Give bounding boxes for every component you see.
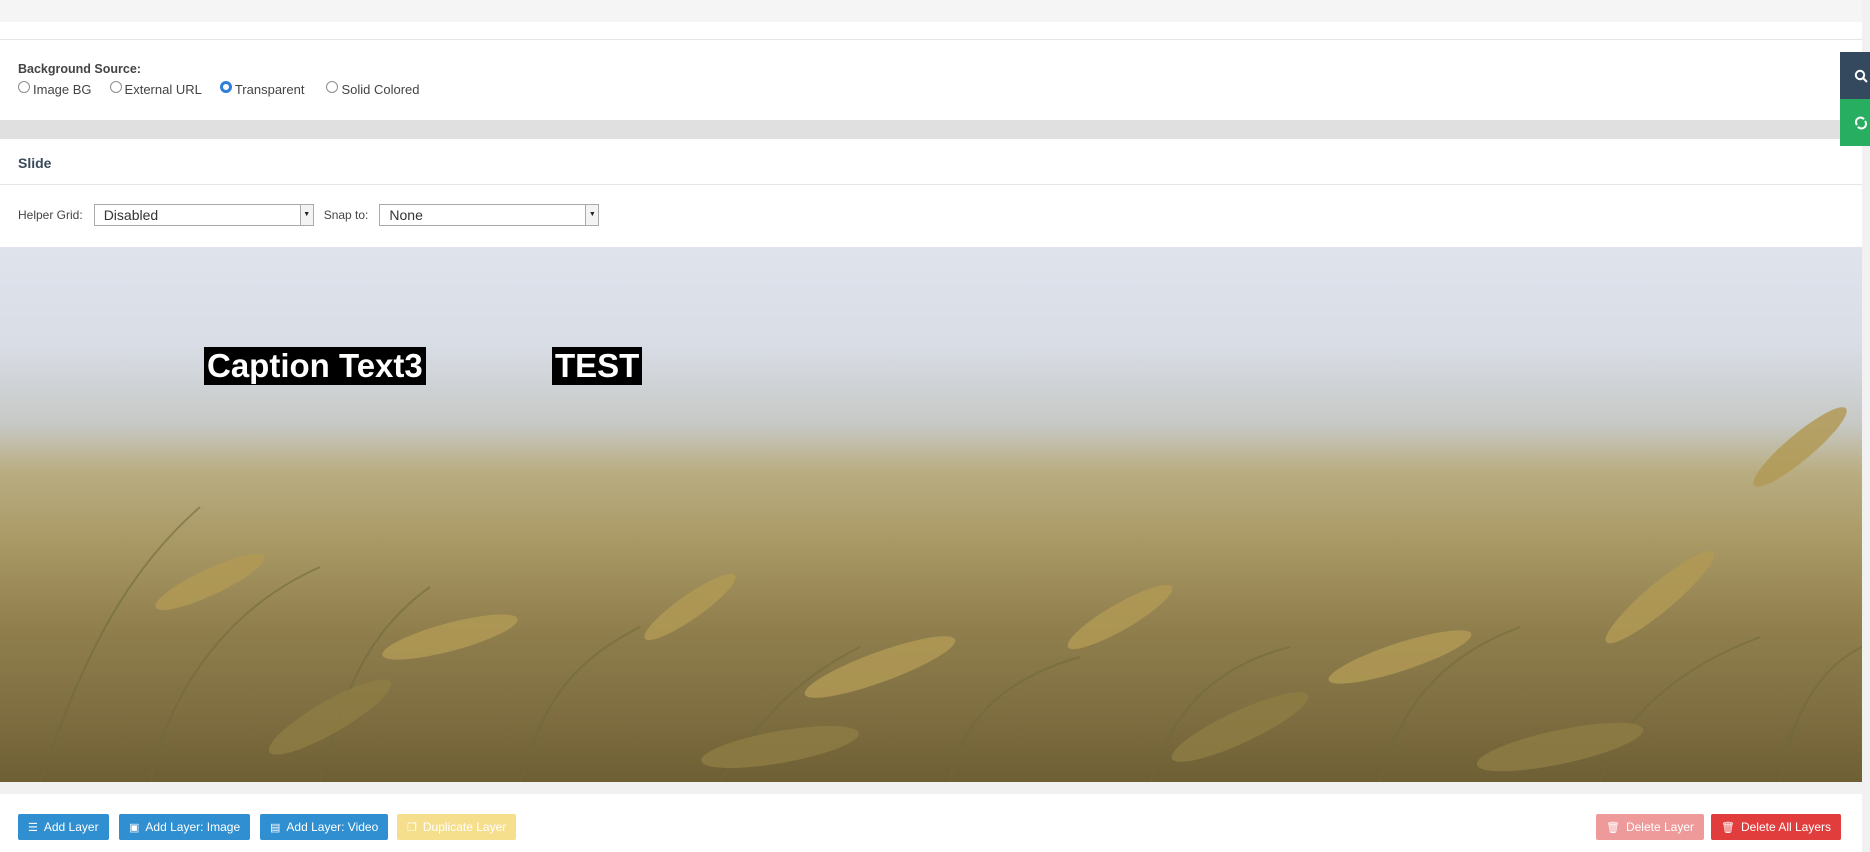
radio-label: Transparent: [234, 82, 305, 97]
radio-transparent[interactable]: Transparent: [219, 80, 305, 97]
helper-grid-value: Disabled: [103, 207, 159, 223]
radio-label: Image BG: [33, 82, 92, 97]
delete-all-layers-label: Delete All Layers: [1740, 820, 1832, 834]
copy-icon: ❐: [407, 821, 417, 834]
radio-solid-colored[interactable]: Solid Colored: [326, 80, 420, 97]
dropdown-arrow-icon[interactable]: ▼: [585, 205, 599, 225]
radio-circle-selected[interactable]: [219, 80, 232, 93]
trash-icon: 🗑: [1606, 821, 1620, 834]
add-layer-video-button[interactable]: ▤ Add Layer: Video: [260, 814, 389, 840]
radio-external-url[interactable]: External URL: [109, 80, 202, 97]
add-layer-image-button[interactable]: ▣ Add Layer: Image: [119, 814, 251, 840]
caption-layer-2[interactable]: TEST: [552, 347, 643, 385]
helper-grid-row: Helper Grid: Disabled ▼ Snap to: None ▼: [18, 204, 609, 226]
layer-toolbar: ☰ Add Layer ▣ Add Layer: Image ▤ Add Lay…: [0, 794, 1862, 852]
radio-circle[interactable]: [326, 80, 339, 93]
search-side-button[interactable]: [1840, 52, 1870, 99]
helper-grid-label: Helper Grid:: [18, 208, 83, 222]
wheat-field-background: [0, 407, 1862, 782]
top-strip: [0, 0, 1862, 22]
snap-to-value: None: [389, 207, 423, 223]
background-source-options: Image BG External URL Transparent Solid …: [18, 80, 434, 97]
snap-to-select[interactable]: None ▼: [379, 204, 600, 226]
layers-icon: ☰: [28, 821, 38, 834]
radio-image-bg[interactable]: Image BG: [18, 80, 92, 97]
refresh-side-button[interactable]: [1840, 99, 1870, 146]
image-icon: ▣: [129, 821, 140, 834]
duplicate-layer-button[interactable]: ❐ Duplicate Layer: [397, 814, 517, 840]
background-source-label: Background Source:: [18, 62, 141, 76]
slide-title: Slide: [0, 139, 1862, 185]
search-icon: [1854, 69, 1868, 83]
radio-circle[interactable]: [109, 80, 122, 93]
add-layer-button[interactable]: ☰ Add Layer: [18, 814, 109, 840]
delete-layer-label: Delete Layer: [1625, 820, 1695, 834]
slide-panel: Slide Helper Grid: Disabled ▼ Snap to: N…: [0, 139, 1862, 247]
bottom-separator: [0, 782, 1862, 794]
helper-grid-select[interactable]: Disabled ▼: [93, 204, 314, 226]
radio-label: External URL: [124, 82, 202, 97]
divider: [0, 39, 1862, 40]
delete-layer-button[interactable]: 🗑 Delete Layer: [1596, 814, 1705, 840]
add-layer-label: Add Layer: [43, 820, 99, 834]
film-icon: ▤: [270, 821, 281, 834]
dropdown-arrow-icon[interactable]: ▼: [299, 205, 313, 225]
trash-icon: 🗑: [1721, 821, 1735, 834]
delete-all-layers-button[interactable]: 🗑 Delete All Layers: [1711, 814, 1842, 840]
add-layer-image-label: Add Layer: Image: [145, 820, 241, 834]
section-separator: [0, 120, 1862, 139]
background-source-panel: Background Source: Image BG External URL…: [0, 22, 1862, 121]
slide-canvas[interactable]: Caption Text3 TEST: [0, 247, 1862, 782]
refresh-icon: [1854, 116, 1868, 129]
caption-layer-1[interactable]: Caption Text3: [204, 347, 426, 385]
radio-label: Solid Colored: [341, 82, 420, 97]
add-layer-video-label: Add Layer: Video: [286, 820, 379, 834]
snap-to-label: Snap to:: [323, 208, 369, 222]
duplicate-layer-label: Duplicate Layer: [422, 820, 507, 834]
radio-circle[interactable]: [18, 80, 30, 93]
